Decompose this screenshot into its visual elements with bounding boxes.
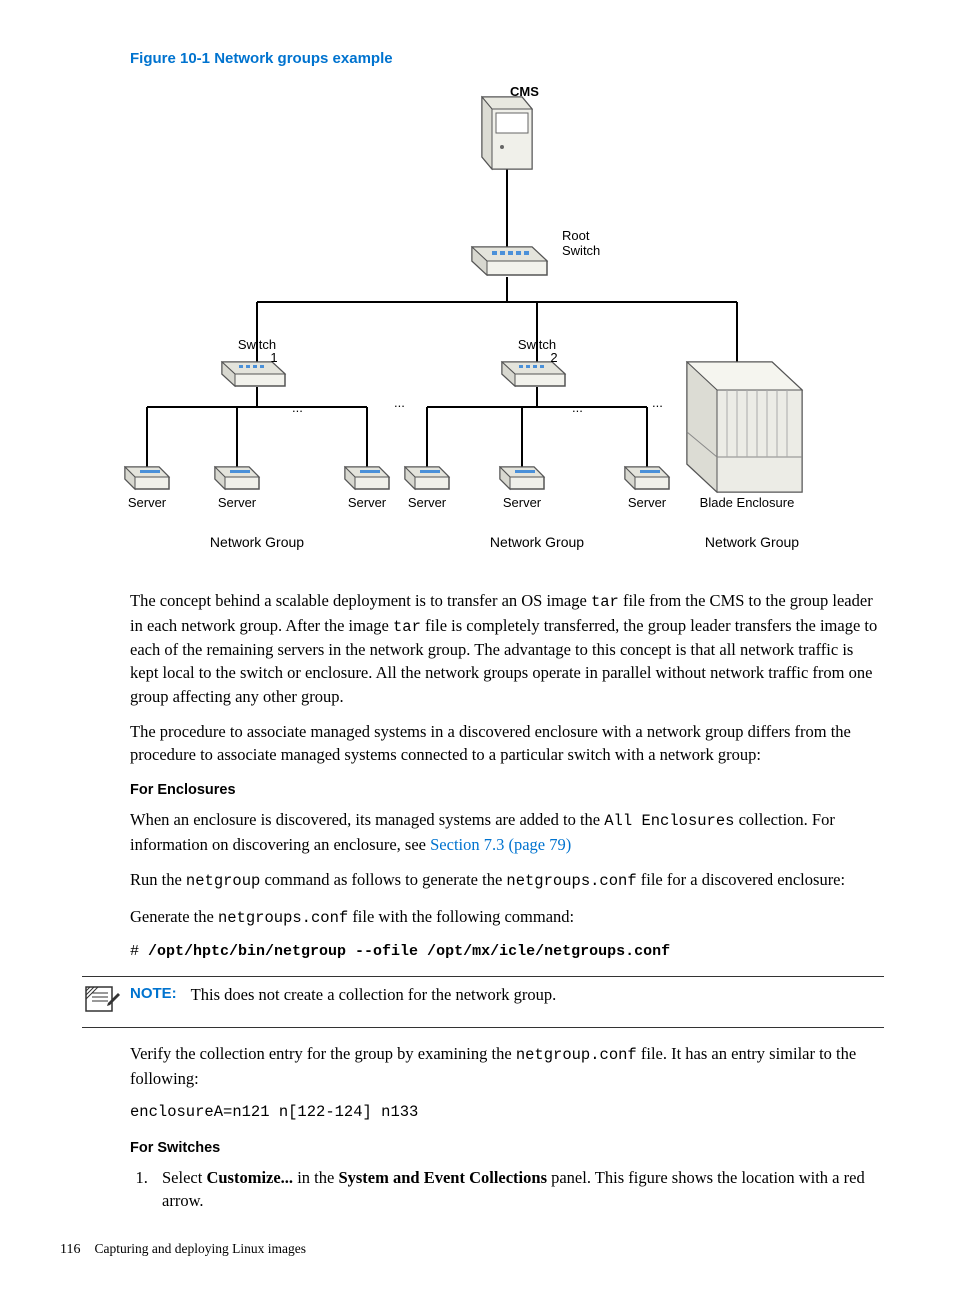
network-group-label-1: Network Group <box>210 534 304 550</box>
text: Generate the <box>130 907 218 926</box>
blade-enclosure-label: Blade Enclosure <box>700 495 795 510</box>
cms-label: CMS <box>510 87 539 99</box>
heading-for-enclosures: For Enclosures <box>130 780 884 800</box>
server-label-5: Server <box>503 495 542 510</box>
inline-code-netgroups-conf: netgroups.conf <box>218 909 348 927</box>
page-number: 116 <box>60 1240 80 1260</box>
text: The concept behind a scalable deployment… <box>130 591 591 610</box>
note-rule-bottom <box>82 1027 884 1028</box>
command-line: # /opt/hptc/bin/netgroup --ofile /opt/mx… <box>130 941 884 962</box>
inline-code-netgroup: netgroup <box>186 872 260 890</box>
root-switch-node <box>472 247 547 275</box>
root-switch-label-2: Switch <box>562 243 600 258</box>
network-group-label-2: Network Group <box>490 534 584 550</box>
network-group-label-3: Network Group <box>705 534 799 550</box>
figure-caption: Figure 10-1 Network groups example <box>130 48 884 69</box>
text: When an enclosure is discovered, its man… <box>130 810 604 829</box>
server-label-3: Server <box>348 495 387 510</box>
paragraph-1: The concept behind a scalable deployment… <box>130 589 884 708</box>
root-switch-label-1: Root <box>562 228 590 243</box>
text: Verify the collection entry for the grou… <box>130 1044 516 1063</box>
server-nodes-group-2 <box>405 467 669 489</box>
server-label-2: Server <box>218 495 257 510</box>
page-footer: 116 Capturing and deploying Linux images <box>60 1240 884 1260</box>
ui-system-event-collections: System and Event Collections <box>338 1168 547 1187</box>
enclosures-p3: Generate the netgroups.conf file with th… <box>130 905 884 930</box>
switch-1-node <box>222 362 285 386</box>
enclosures-p1: When an enclosure is discovered, its man… <box>130 808 884 856</box>
link-section-7-3[interactable]: Section 7.3 (page 79) <box>430 835 571 854</box>
switch-2-node <box>502 362 565 386</box>
enclosures-p2: Run the netgroup command as follows to g… <box>130 868 884 893</box>
figure-diagram: CMS Root Switch Switch 1 Switch 2 ... ..… <box>70 87 884 567</box>
inline-code-netgroups-conf: netgroups.conf <box>506 872 636 890</box>
cms-node: CMS <box>482 87 539 169</box>
note-block: NOTE: This does not create a collection … <box>82 976 884 1028</box>
ellipsis-g2: ... <box>572 400 583 415</box>
text: file for a discovered enclosure: <box>637 870 845 889</box>
server-label-4: Server <box>408 495 447 510</box>
note-rule-top <box>82 976 884 977</box>
ellipsis-2: ... <box>652 395 663 410</box>
text: Select <box>162 1168 206 1187</box>
inline-code-tar: tar <box>393 618 421 636</box>
enclosures-p4: Verify the collection entry for the grou… <box>130 1042 884 1090</box>
heading-for-switches: For Switches <box>130 1138 884 1158</box>
paragraph-2: The procedure to associate managed syste… <box>130 720 884 766</box>
ui-customize: Customize... <box>206 1168 293 1187</box>
chapter-title: Capturing and deploying Linux images <box>94 1240 305 1259</box>
text: in the <box>293 1168 338 1187</box>
switch-2-label-2: 2 <box>550 350 557 365</box>
note-icon <box>82 981 122 1021</box>
server-nodes-group-1 <box>125 467 389 489</box>
switch-1-label-2: 1 <box>270 350 277 365</box>
text: command as follows to generate the <box>260 870 506 889</box>
command: /opt/hptc/bin/netgroup --ofile /opt/mx/i… <box>148 943 670 960</box>
ellipsis-1: ... <box>394 395 405 410</box>
server-label-1: Server <box>128 495 167 510</box>
prompt: # <box>130 943 148 960</box>
inline-code-all-enclosures: All Enclosures <box>604 812 734 830</box>
note-label: NOTE: <box>130 983 177 1004</box>
text: Run the <box>130 870 186 889</box>
blade-enclosure-node <box>687 362 802 492</box>
text: file with the following command: <box>348 907 574 926</box>
step-1: Select Customize... in the System and Ev… <box>152 1166 884 1212</box>
network-diagram-svg: CMS Root Switch Switch 1 Switch 2 ... ..… <box>107 87 847 567</box>
server-label-6: Server <box>628 495 667 510</box>
inline-code-netgroup-conf: netgroup.conf <box>516 1046 637 1064</box>
sample-output: enclosureA=n121 n[122-124] n133 <box>130 1102 884 1124</box>
inline-code-tar: tar <box>591 593 619 611</box>
ellipsis-g1: ... <box>292 400 303 415</box>
switches-steps: Select Customize... in the System and Ev… <box>130 1166 884 1212</box>
note-text: This does not create a collection for th… <box>191 983 557 1006</box>
